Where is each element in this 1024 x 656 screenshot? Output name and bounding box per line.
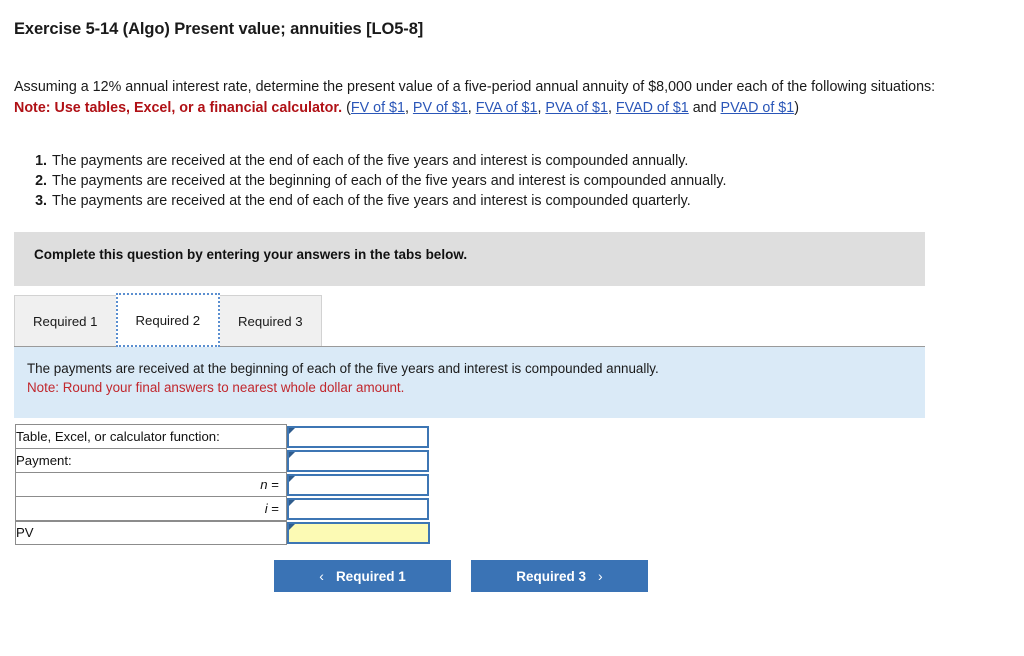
next-required-button[interactable]: Required 3 › [471, 560, 648, 592]
next-required-label: Required 3 [516, 568, 587, 584]
table-row: Payment: [15, 448, 430, 473]
row-input-cell [286, 424, 430, 449]
prev-required-label: Required 1 [335, 568, 406, 584]
situation-text: The payments are received at the beginni… [52, 172, 727, 189]
situation-list: 1. The payments are received at the end o… [14, 152, 914, 211]
note-label: Note: Use tables, Excel, or a financial … [14, 99, 343, 116]
answer-field-wrapper [287, 473, 429, 496]
reference-link-6[interactable]: PVAD of $1 [721, 100, 795, 116]
situation-item: 2. The payments are received at the begin… [14, 172, 914, 192]
answer-input-3[interactable] [289, 475, 427, 494]
reference-link-2[interactable]: PV of $1 [413, 100, 468, 116]
instruction-bar: Complete this question by entering your … [14, 232, 925, 286]
table-row: i = [15, 496, 430, 521]
tab-navigation: ‹ Required 1 Required 3 › [274, 560, 648, 592]
tab-required-1[interactable]: Required 1 [14, 295, 117, 347]
field-marker-triangle-icon [289, 427, 295, 434]
row-input-cell [286, 448, 430, 473]
situation-text: The payments are received at the end of … [52, 153, 689, 169]
variable-symbol: n [260, 477, 268, 492]
row-label: Table, Excel, or calculator function: [15, 424, 287, 449]
info-panel-line-1: The payments are received at the beginni… [27, 361, 659, 376]
answer-field-wrapper [287, 521, 430, 544]
answer-input-5[interactable] [289, 523, 428, 542]
chevron-left-icon: ‹ [319, 568, 324, 584]
tab-label: Required 2 [135, 312, 201, 328]
reference-link-3[interactable]: FVA of $1 [476, 100, 538, 116]
required-tabs: Required 1 Required 2 Required 3 [14, 293, 322, 347]
table-row: PV [15, 519, 430, 545]
tab-info-panel: The payments are received at the beginni… [14, 346, 925, 418]
answer-field-wrapper [287, 425, 429, 448]
row-input-cell [286, 496, 430, 521]
tab-label: Required 1 [33, 314, 98, 329]
info-panel-rounding-note: Note: Round your final answers to neares… [27, 380, 405, 395]
answer-input-4[interactable] [289, 499, 427, 518]
field-marker-triangle-icon [289, 451, 295, 458]
problem-statement-text: Assuming a 12% annual interest rate, det… [14, 79, 936, 95]
instruction-text: Complete this question by entering your … [34, 247, 468, 262]
field-marker-triangle-icon [289, 475, 295, 482]
row-label: i = [15, 496, 287, 521]
situation-text: The payments are received at the end of … [52, 192, 691, 209]
row-label: PV [15, 519, 287, 545]
answer-table: Table, Excel, or calculator function: Pay… [15, 424, 430, 545]
row-input-cell [286, 520, 430, 545]
reference-link-list: FV of $1, PV of $1, FVA of $1, PVA of $1… [350, 99, 795, 116]
situation-number: 3. [35, 192, 47, 209]
row-input-cell [286, 472, 430, 497]
tab-label: Required 3 [238, 314, 303, 329]
reference-link-4[interactable]: PVA of $1 [545, 100, 608, 116]
field-marker-triangle-icon [289, 499, 295, 506]
reference-link-1[interactable]: FV of $1 [351, 100, 405, 116]
situation-item: 1. The payments are received at the end o… [14, 152, 914, 172]
links-close-paren: ) [794, 99, 799, 116]
table-row: n = [15, 472, 430, 497]
situation-item: 3. The payments are received at the end o… [14, 192, 914, 212]
answer-input-2[interactable] [289, 451, 427, 470]
answer-field-wrapper [287, 497, 429, 520]
variable-symbol: i [264, 500, 268, 516]
table-row: Table, Excel, or calculator function: [15, 424, 430, 449]
answer-input-1[interactable] [289, 427, 427, 446]
tab-required-3[interactable]: Required 3 [219, 295, 322, 347]
tab-required-2[interactable]: Required 2 [115, 293, 221, 347]
row-label: Payment: [15, 448, 287, 473]
situation-number: 1. [35, 153, 47, 169]
answer-field-wrapper [287, 449, 429, 472]
field-marker-triangle-icon [289, 523, 295, 530]
page-title: Exercise 5-14 (Algo) Present value; annu… [14, 20, 424, 38]
prev-required-button[interactable]: ‹ Required 1 [274, 560, 451, 592]
row-label: n = [15, 472, 287, 497]
chevron-right-icon: › [598, 568, 603, 584]
reference-link-5[interactable]: FVAD of $1 [616, 100, 689, 116]
situation-number: 2. [35, 172, 47, 189]
note-with-links: Note: Use tables, Excel, or a financial … [14, 98, 959, 119]
problem-statement: Assuming a 12% annual interest rate, det… [14, 77, 959, 118]
